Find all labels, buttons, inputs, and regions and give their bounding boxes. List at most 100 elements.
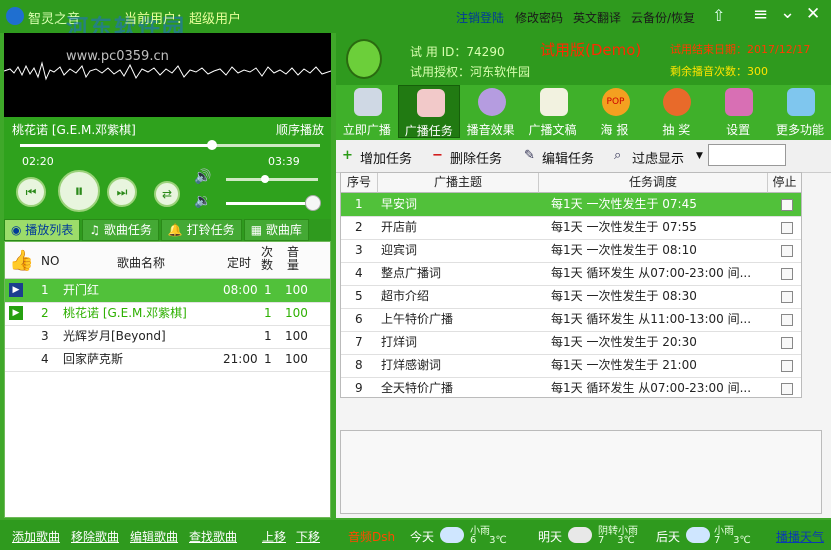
menu-icon[interactable]: ≡ xyxy=(753,4,768,25)
table-row[interactable]: 3 光辉岁月[Beyond] 1 100 xyxy=(5,325,330,349)
thumbs-up-icon: 👍 xyxy=(9,248,34,272)
col-count: 次数 xyxy=(261,245,274,272)
pause-icon: ⏸ xyxy=(74,180,84,202)
next-icon: ⏭ xyxy=(116,184,128,199)
calendar-icon xyxy=(416,89,445,117)
table-row[interactable]: ▶ 2 桃花诺 [G.E.M.邓紫棋] 1 100 xyxy=(5,302,330,326)
rain-cloud-icon xyxy=(686,527,710,543)
remove-song-link[interactable]: 移除歌曲 xyxy=(71,528,119,545)
table-row[interactable]: 5 超市介绍 每1天 一次性发生于 08:30 xyxy=(341,285,801,309)
stop-checkbox[interactable] xyxy=(781,337,793,349)
loop-button[interactable]: ⇄ xyxy=(154,181,180,207)
minimize-icon[interactable]: ⌄ xyxy=(780,2,795,23)
table-row[interactable]: 7 打烊词 每1天 一次性发生于 20:30 xyxy=(341,331,801,355)
license-info: 试 用 ID：74290 试用授权：河东软件园 试用版(Demo) 试用结束日期… xyxy=(336,33,831,85)
tab-song-tasks[interactable]: ♫ 歌曲任务 xyxy=(82,219,159,241)
dropdown-arrow-icon[interactable]: ▼ xyxy=(696,151,703,161)
balance-knob[interactable] xyxy=(305,195,322,211)
app-logo-icon xyxy=(6,7,24,25)
status-text: 音频Dsh xyxy=(348,530,396,544)
volume-slider[interactable] xyxy=(226,175,318,183)
stop-checkbox[interactable] xyxy=(781,383,793,395)
stop-checkbox[interactable] xyxy=(781,245,793,257)
stop-checkbox[interactable] xyxy=(781,314,793,326)
trial-auth: 试用授权：河东软件园 xyxy=(410,65,531,79)
trial-end-date: 试用结束日期：2017/12/17 xyxy=(670,43,811,56)
cloud-backup-link[interactable]: 云备份/恢复 xyxy=(631,9,695,26)
stop-checkbox[interactable] xyxy=(781,222,793,234)
tab-playlist[interactable]: ◉ 播放列表 xyxy=(4,219,81,241)
weather-day-after: 后天 小雨 7 3℃ xyxy=(656,526,751,546)
instant-broadcast-button[interactable]: 立即广播 xyxy=(336,85,398,138)
progress-knob[interactable] xyxy=(207,140,217,150)
cloudy-icon xyxy=(568,527,592,543)
table-row[interactable]: ▶ 1 开门红 08:00 1 100 xyxy=(5,279,330,303)
audio-visualizer: www.pc0359.cn xyxy=(4,33,331,117)
play-mode[interactable]: 顺序播放 xyxy=(276,121,324,138)
song-table-header: 👍 NO 歌曲名称 定时 次数 音量 xyxy=(5,242,330,279)
stop-checkbox[interactable] xyxy=(781,268,793,280)
table-row[interactable]: 1 早安词 每1天 一次性发生于 07:45 xyxy=(341,193,801,217)
remove-icon: − xyxy=(432,148,443,163)
player-panel: 桃花诺 [G.E.M.邓紫棋] 顺序播放 02:20 03:39 ⏮ ⏸ ⏭ ⇄… xyxy=(4,117,331,219)
table-row[interactable]: 8 打烊感谢词 每1天 一次性发生于 21:00 xyxy=(341,354,801,378)
volume-icon[interactable]: 🔊 xyxy=(194,169,211,185)
table-row[interactable]: 3 迎宾词 每1天 一次性发生于 08:10 xyxy=(341,239,801,263)
rocket-icon[interactable]: ⇧ xyxy=(712,6,725,25)
col-stop: 停止 xyxy=(768,173,801,193)
current-user-label: 当前用户：超级用户 xyxy=(124,12,242,27)
track-title: 桃花诺 [G.E.M.邓紫棋] xyxy=(12,123,136,137)
delete-task-button[interactable]: 删除任务 xyxy=(450,148,502,167)
previous-button[interactable]: ⏮ xyxy=(16,177,46,207)
volume-knob[interactable] xyxy=(260,175,269,183)
find-song-link[interactable]: 查找歌曲 xyxy=(189,528,237,545)
edit-task-button[interactable]: 编辑任务 xyxy=(542,148,594,167)
binoculars-icon: ⌕ xyxy=(614,148,622,163)
settings-button[interactable]: 设置 xyxy=(707,85,769,138)
tab-song-library[interactable]: ▦ 歌曲库 xyxy=(243,219,309,241)
move-up-link[interactable]: 上移 xyxy=(262,528,286,545)
table-row[interactable]: 2 开店前 每1天 一次性发生于 07:55 xyxy=(341,216,801,240)
table-row[interactable]: 4 回家萨克斯 21:00 1 100 xyxy=(5,348,330,372)
col-no: NO xyxy=(41,254,60,268)
broadcast-script-button[interactable]: 广播文稿 xyxy=(522,85,584,138)
balance-icon[interactable]: 🔉 xyxy=(194,193,211,209)
change-password-link[interactable]: 修改密码 xyxy=(515,9,563,26)
add-icon: + xyxy=(342,148,353,163)
pause-button[interactable]: ⏸ xyxy=(58,170,100,212)
english-translate-link[interactable]: 英文翻译 xyxy=(573,9,621,26)
tab-bell-tasks[interactable]: 🔔 打铃任务 xyxy=(160,219,242,241)
duration-time: 03:39 xyxy=(268,155,300,168)
edit-song-link[interactable]: 编辑歌曲 xyxy=(130,528,178,545)
poster-button[interactable]: POP 海 报 xyxy=(584,85,646,138)
task-detail-area[interactable] xyxy=(340,430,822,514)
table-row[interactable]: 9 全天特价广播 每1天 循环发生 从07:00-23:00 间... xyxy=(341,377,801,400)
audio-effect-button[interactable]: 播音效果 xyxy=(460,85,522,138)
balance-slider[interactable] xyxy=(226,195,322,211)
close-icon[interactable]: ✕ xyxy=(806,4,820,24)
loop-icon: ⇄ xyxy=(161,187,173,201)
stop-checkbox[interactable] xyxy=(781,360,793,372)
more-functions-button[interactable]: 更多功能 xyxy=(769,85,831,138)
remaining-count: 剩余播音次数：300 xyxy=(670,65,768,78)
table-row[interactable]: 6 上午特价广播 每1天 循环发生 从11:00-13:00 间... xyxy=(341,308,801,332)
left-tabs: ◉ 播放列表 ♫ 歌曲任务 🔔 打铃任务 ▦ 歌曲库 xyxy=(4,219,331,241)
col-schedule: 任务调度 xyxy=(539,173,768,193)
add-task-button[interactable]: 增加任务 xyxy=(360,148,412,167)
table-row[interactable]: 4 整点广播词 每1天 循环发生 从07:00-23:00 间... xyxy=(341,262,801,286)
next-button[interactable]: ⏭ xyxy=(107,177,137,207)
action-bar: + 增加任务 − 删除任务 ✎ 编辑任务 ⌕ 过虑显示 ▼ xyxy=(336,140,831,173)
filter-display-button[interactable]: 过虑显示 xyxy=(632,148,684,167)
lottery-button[interactable]: 抽 奖 xyxy=(645,85,707,138)
stop-checkbox[interactable] xyxy=(781,291,793,303)
logout-link[interactable]: 注销登陆 xyxy=(456,9,504,26)
progress-track[interactable] xyxy=(20,140,320,150)
speaker-icon xyxy=(354,88,382,116)
filter-input[interactable] xyxy=(708,144,786,166)
add-song-link[interactable]: 添加歌曲 xyxy=(12,528,60,545)
more-icon xyxy=(787,88,816,116)
weather-link[interactable]: 播播天气 xyxy=(776,528,824,545)
broadcast-task-button[interactable]: 广播任务 xyxy=(397,85,460,138)
stop-checkbox[interactable] xyxy=(781,199,793,211)
move-down-link[interactable]: 下移 xyxy=(296,528,320,545)
